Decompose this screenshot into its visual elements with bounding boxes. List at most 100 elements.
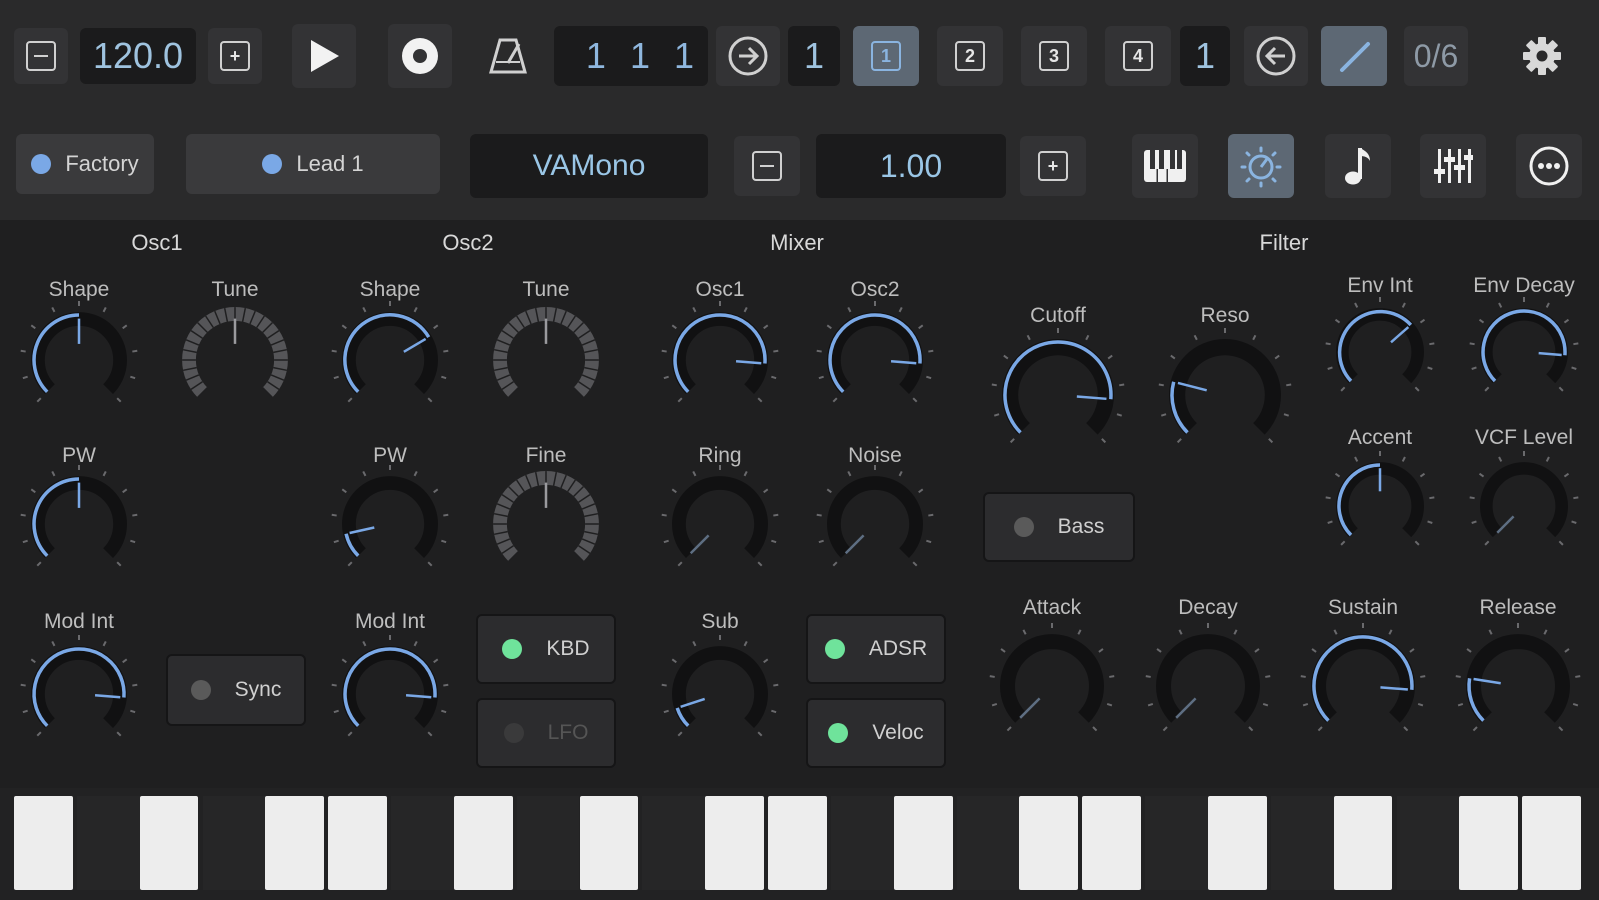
adsr-toggle[interactable]: ADSR xyxy=(806,614,946,684)
cutoff-knob[interactable] xyxy=(984,321,1132,469)
engine-selector[interactable]: VAMono xyxy=(470,134,708,198)
bass-toggle[interactable]: Bass xyxy=(983,492,1135,562)
black-key[interactable] xyxy=(76,796,140,890)
osc1-tune-knob[interactable] xyxy=(169,294,301,426)
white-key[interactable] xyxy=(14,796,73,890)
white-key[interactable] xyxy=(1019,796,1079,890)
knob-dial-icon xyxy=(989,623,1115,732)
white-key[interactable] xyxy=(1459,796,1519,890)
white-key[interactable] xyxy=(705,796,764,890)
mixer-osc1-knob[interactable] xyxy=(654,294,786,426)
loop-length-field[interactable]: 1 xyxy=(788,26,840,86)
song-position-field[interactable]: 1 1 1 xyxy=(554,26,708,86)
preset-selector[interactable]: Lead 1 xyxy=(186,134,440,194)
white-key[interactable] xyxy=(328,796,387,890)
record-button[interactable] xyxy=(388,24,452,88)
white-key[interactable] xyxy=(579,796,639,890)
attack-knob[interactable] xyxy=(982,616,1122,756)
back-button[interactable] xyxy=(1244,26,1308,86)
scene-4-button[interactable]: 4 xyxy=(1105,26,1171,86)
env-decay-knob[interactable] xyxy=(1462,290,1586,414)
piano-keyboard[interactable] xyxy=(14,796,1585,890)
white-key[interactable] xyxy=(1333,796,1393,890)
synth-view-button[interactable] xyxy=(1228,134,1294,198)
white-key[interactable] xyxy=(265,796,325,890)
sun-dial-icon xyxy=(1240,146,1282,188)
knob-dial-icon xyxy=(816,301,934,403)
note-view-button[interactable] xyxy=(1325,134,1391,198)
white-key[interactable] xyxy=(768,796,827,890)
mixer-noise-knob[interactable] xyxy=(809,458,941,590)
knob-dial-icon xyxy=(1300,623,1426,732)
env-int-knob[interactable] xyxy=(1318,290,1442,414)
lfo-toggle[interactable]: LFO xyxy=(476,698,616,768)
accent-knob[interactable] xyxy=(1318,444,1442,568)
white-key[interactable] xyxy=(1208,796,1267,890)
black-key[interactable] xyxy=(1270,796,1334,890)
metronome-button[interactable] xyxy=(476,24,540,88)
black-key[interactable] xyxy=(642,796,706,890)
white-key[interactable] xyxy=(453,796,513,890)
knob-dial-icon xyxy=(182,307,288,398)
tempo-field[interactable]: 120.0 xyxy=(80,28,196,84)
scene-2-button[interactable]: 2 xyxy=(937,26,1003,86)
mixer-sub-knob[interactable] xyxy=(654,628,786,760)
section-mixer-title: Mixer xyxy=(770,230,824,255)
knob-dial-icon xyxy=(331,301,449,403)
black-key[interactable] xyxy=(202,796,266,890)
black-key[interactable] xyxy=(1396,796,1460,890)
knob-dial-icon xyxy=(991,328,1125,444)
keyboard-view-button[interactable] xyxy=(1132,134,1198,198)
draw-mode-button[interactable] xyxy=(1321,26,1387,86)
mixer-osc2-knob[interactable] xyxy=(809,294,941,426)
knob-dial-icon xyxy=(20,635,138,737)
tempo-decrease-button[interactable] xyxy=(14,28,68,84)
osc2-shape-knob[interactable] xyxy=(324,294,456,426)
adsr-label: ADSR xyxy=(868,637,928,660)
loop-forward-button[interactable] xyxy=(716,26,780,86)
veloc-toggle[interactable]: Veloc xyxy=(806,698,946,768)
vcf-level-knob[interactable] xyxy=(1462,444,1586,568)
osc2-tune-knob[interactable] xyxy=(480,294,612,426)
bass-label: Bass xyxy=(1057,515,1105,538)
value-field[interactable]: 1.00 xyxy=(816,134,1006,198)
black-key[interactable] xyxy=(391,796,454,890)
black-key[interactable] xyxy=(956,796,1020,890)
more-button[interactable] xyxy=(1516,134,1582,198)
reso-knob[interactable] xyxy=(1151,321,1299,469)
adsr-led xyxy=(824,639,845,659)
black-key[interactable] xyxy=(1145,796,1208,890)
osc2-pw-knob[interactable] xyxy=(324,458,456,590)
scene-count-field[interactable]: 1 xyxy=(1180,26,1230,86)
mixer-ring-knob[interactable] xyxy=(654,458,786,590)
black-key[interactable] xyxy=(830,796,894,890)
kbd-toggle[interactable]: KBD xyxy=(476,614,616,684)
play-button[interactable] xyxy=(292,24,356,88)
osc1-pw-knob[interactable] xyxy=(13,458,145,590)
white-key[interactable] xyxy=(1522,796,1581,890)
knob-dial-icon xyxy=(816,465,934,567)
sustain-knob[interactable] xyxy=(1293,616,1433,756)
white-key[interactable] xyxy=(893,796,953,890)
osc2-fine-knob[interactable] xyxy=(480,458,612,590)
tempo-increase-button[interactable]: + xyxy=(208,28,262,84)
scene-3-button[interactable]: 3 xyxy=(1021,26,1087,86)
osc2-modint-knob[interactable] xyxy=(324,628,456,760)
osc1-shape-knob[interactable] xyxy=(13,294,145,426)
settings-button[interactable] xyxy=(1510,26,1574,86)
release-knob[interactable] xyxy=(1448,616,1588,756)
decay-knob[interactable] xyxy=(1138,616,1278,756)
scene-1-button[interactable]: 1 xyxy=(853,26,919,86)
mixer-view-button[interactable] xyxy=(1420,134,1486,198)
black-key[interactable] xyxy=(516,796,580,890)
tempo-value: 120.0 xyxy=(92,35,184,76)
value-increase-button[interactable]: + xyxy=(1020,136,1086,196)
bank-selector[interactable]: Factory xyxy=(16,134,154,194)
sync-toggle[interactable]: Sync xyxy=(166,654,306,726)
white-key[interactable] xyxy=(139,796,199,890)
osc1-modint-knob[interactable] xyxy=(13,628,145,760)
white-key[interactable] xyxy=(1082,796,1142,890)
knob-dial-icon xyxy=(661,301,779,403)
value-decrease-button[interactable] xyxy=(734,136,800,196)
section-osc2-title: Osc2 xyxy=(442,230,494,255)
